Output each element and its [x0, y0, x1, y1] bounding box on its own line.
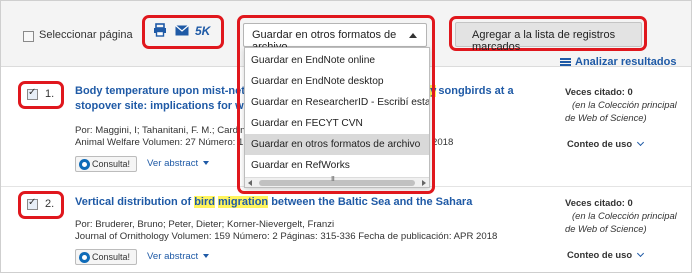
- record-1-collection-line1: (en la Colección principal: [572, 99, 677, 110]
- record-2-title[interactable]: Vertical distribution of bird migration …: [75, 196, 472, 208]
- caret-down-icon: [202, 161, 209, 166]
- chevron-down-icon: [636, 249, 644, 258]
- record-1-authors: Por: Maggini, I; Tahanitani, F. M.; Card…: [75, 125, 253, 136]
- consulta-icon: [79, 252, 90, 263]
- record-2-number: 2.: [45, 198, 55, 210]
- record-1-title-line1-tail[interactable]: ry songbirds at a: [426, 85, 514, 97]
- record-2-consulta-label: Consulta!: [92, 252, 131, 262]
- record-1-usage-label: Conteo de uso: [567, 138, 633, 149]
- record-1-times-cited: Veces citado: 0: [565, 86, 633, 97]
- list-icon: [560, 58, 571, 67]
- record-1-consulta-label: Consulta!: [92, 159, 131, 169]
- record-2-usage-label: Conteo de uso: [567, 249, 633, 260]
- record-2-checkbox[interactable]: [27, 197, 38, 210]
- record-1-checkbox[interactable]: [27, 87, 38, 100]
- print-icon[interactable]: [153, 23, 167, 37]
- record-2-title-highlight-bird: bird: [194, 196, 215, 208]
- record-2-usage-count[interactable]: Conteo de uso: [567, 249, 644, 260]
- record-2-authors: Por: Bruderer, Bruno; Peter, Dieter; Kor…: [75, 219, 335, 230]
- record-1-consulta-button[interactable]: Consulta!: [75, 156, 137, 172]
- record-2-view-abstract-label: Ver abstract: [147, 251, 199, 262]
- record-2-title-highlight-migration: migration: [218, 196, 269, 208]
- analyze-results-label: Analizar resultados: [575, 56, 677, 68]
- record-2-title-part2: between the Baltic Sea and the Sahara: [268, 196, 473, 208]
- record-1-usage-count[interactable]: Conteo de uso: [567, 138, 644, 149]
- select-page-label: Seleccionar página: [39, 29, 133, 41]
- add-to-marked-list-button[interactable]: Agregar a la lista de registros marcados: [455, 22, 642, 53]
- record-1-number: 1.: [45, 88, 55, 100]
- record-1-journal: Animal Welfare Volumen: 27 Número: 1: [75, 137, 244, 148]
- record-2-checkbox-highlight: [18, 191, 64, 219]
- record-1-collection-line2: de Web of Science): [565, 112, 647, 123]
- chevron-down-icon: [636, 138, 644, 147]
- record-2-times-cited: Veces citado: 0: [565, 197, 633, 208]
- record-2-title-part1: Vertical distribution of: [75, 196, 195, 208]
- record-2-view-abstract[interactable]: Ver abstract: [147, 251, 209, 262]
- record-2-journal: Journal of Ornithology Volumen: 159 Núme…: [75, 231, 498, 242]
- record-2-collection-line1: (en la Colección principal: [572, 210, 677, 221]
- record-2-collection-line2: de Web of Science): [565, 223, 647, 234]
- record-1-checkbox-highlight: [18, 81, 64, 109]
- caret-down-icon: [202, 254, 209, 259]
- record-2-consulta-button[interactable]: Consulta!: [75, 249, 137, 265]
- consulta-icon: [79, 159, 90, 170]
- record-1-date: 2018: [432, 137, 454, 148]
- select-page-checkbox[interactable]: [23, 31, 34, 42]
- record-1-title-part2: songbirds at a: [438, 85, 514, 97]
- five-k-link[interactable]: 5K: [195, 24, 210, 38]
- email-icon[interactable]: [175, 25, 189, 36]
- record-1-view-abstract-label: Ver abstract: [147, 158, 199, 169]
- record-1-view-abstract[interactable]: Ver abstract: [147, 158, 209, 169]
- add-to-marked-list-label: Agregar a la lista de registros marcados: [472, 29, 616, 53]
- dropdown-highlight: [237, 15, 435, 194]
